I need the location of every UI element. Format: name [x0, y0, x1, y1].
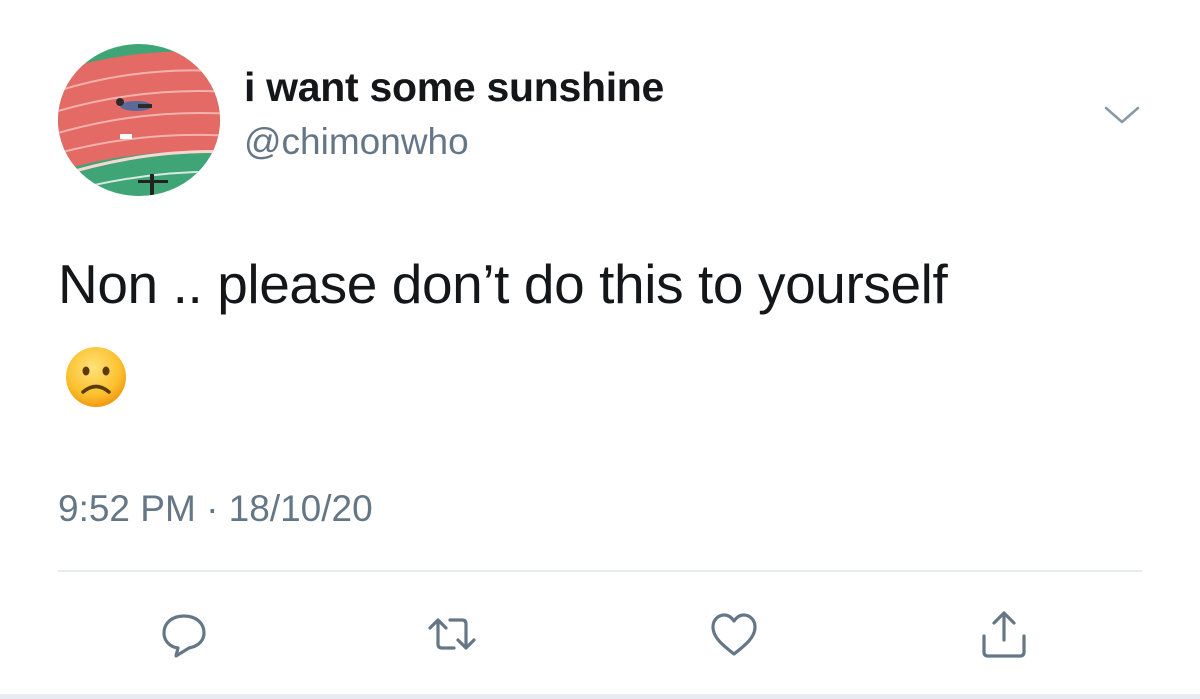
share-icon[interactable]: [976, 606, 1032, 662]
tweet-card: i want some sunshine @chimonwho Non .. p…: [0, 0, 1200, 699]
display-name[interactable]: i want some sunshine: [244, 64, 664, 111]
reply-icon[interactable]: [156, 606, 212, 662]
user-handle[interactable]: @chimonwho: [244, 121, 469, 163]
retweet-icon[interactable]: [424, 606, 480, 662]
tweet-text: Non .. please don’t do this to yourself: [58, 253, 948, 315]
bottom-divider: [0, 694, 1200, 699]
avatar-image: [58, 44, 220, 196]
frowning-face-icon: [64, 345, 128, 409]
chevron-down-icon[interactable]: [1102, 100, 1142, 130]
heart-icon[interactable]: [706, 606, 762, 662]
avatar[interactable]: [58, 44, 220, 196]
tweet-timestamp[interactable]: 9:52 PM · 18/10/20: [58, 488, 373, 530]
divider: [58, 570, 1142, 572]
